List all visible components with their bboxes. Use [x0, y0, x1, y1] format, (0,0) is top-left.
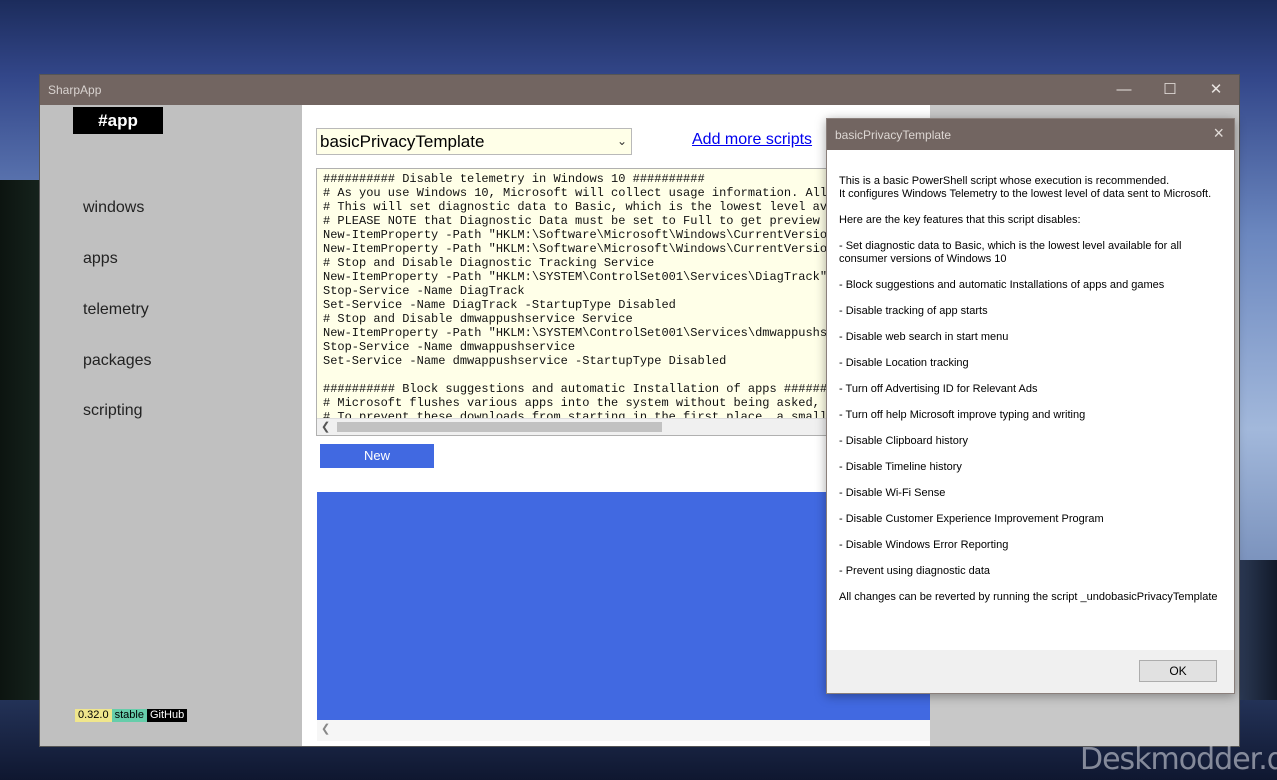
github-link[interactable]: GitHub — [146, 709, 188, 722]
script-editor[interactable]: ########## Disable telemetry in Windows … — [316, 168, 836, 436]
version-badges: 0.32.0 stable GitHub — [75, 709, 188, 722]
sidebar-item-packages[interactable]: packages — [83, 352, 152, 370]
dialog-title: basicPrivacyTemplate — [835, 128, 952, 142]
sidebar-item-telemetry[interactable]: telemetry — [83, 301, 149, 319]
sidebar-item-windows[interactable]: windows — [83, 199, 144, 217]
dialog-title-bar[interactable]: basicPrivacyTemplate × — [827, 119, 1234, 150]
dialog-message: This is a basic PowerShell script whose … — [839, 175, 1218, 603]
close-button[interactable]: ✕ — [1193, 75, 1239, 105]
script-editor-text: ########## Disable telemetry in Windows … — [323, 172, 836, 424]
watermark-text: Deskmodder.de — [1080, 742, 1277, 777]
app-logo[interactable]: #app — [73, 107, 163, 134]
minimize-button[interactable]: — — [1101, 75, 1147, 105]
scrollbar-thumb[interactable] — [337, 422, 662, 432]
script-select[interactable]: basicPrivacyTemplate ⌄ — [316, 128, 632, 155]
add-more-scripts-link[interactable]: Add more scripts — [692, 131, 812, 149]
dialog-close-icon[interactable]: × — [1213, 123, 1224, 144]
output-horizontal-scrollbar[interactable]: ❮ — [317, 720, 930, 741]
dialog-footer: OK — [827, 650, 1234, 693]
maximize-button[interactable]: ☐ — [1147, 75, 1193, 105]
script-select-value: basicPrivacyTemplate — [320, 132, 485, 151]
new-button[interactable]: New — [320, 444, 434, 468]
window-title: SharpApp — [48, 83, 102, 97]
scroll-left-icon[interactable]: ❮ — [321, 722, 330, 735]
channel-badge: stable — [111, 709, 147, 722]
title-bar[interactable]: SharpApp — ☐ ✕ — [40, 75, 1239, 105]
sidebar: #app windows apps telemetry packages scr… — [40, 105, 302, 746]
scroll-left-icon[interactable]: ❮ — [321, 419, 330, 435]
editor-horizontal-scrollbar[interactable]: ❮ — [317, 418, 835, 435]
sidebar-item-apps[interactable]: apps — [83, 250, 118, 268]
version-badge: 0.32.0 — [75, 709, 112, 722]
info-dialog: basicPrivacyTemplate × This is a basic P… — [826, 118, 1235, 694]
sidebar-item-scripting[interactable]: scripting — [83, 402, 143, 420]
ok-button[interactable]: OK — [1139, 660, 1217, 682]
chevron-down-icon: ⌄ — [616, 134, 627, 148]
